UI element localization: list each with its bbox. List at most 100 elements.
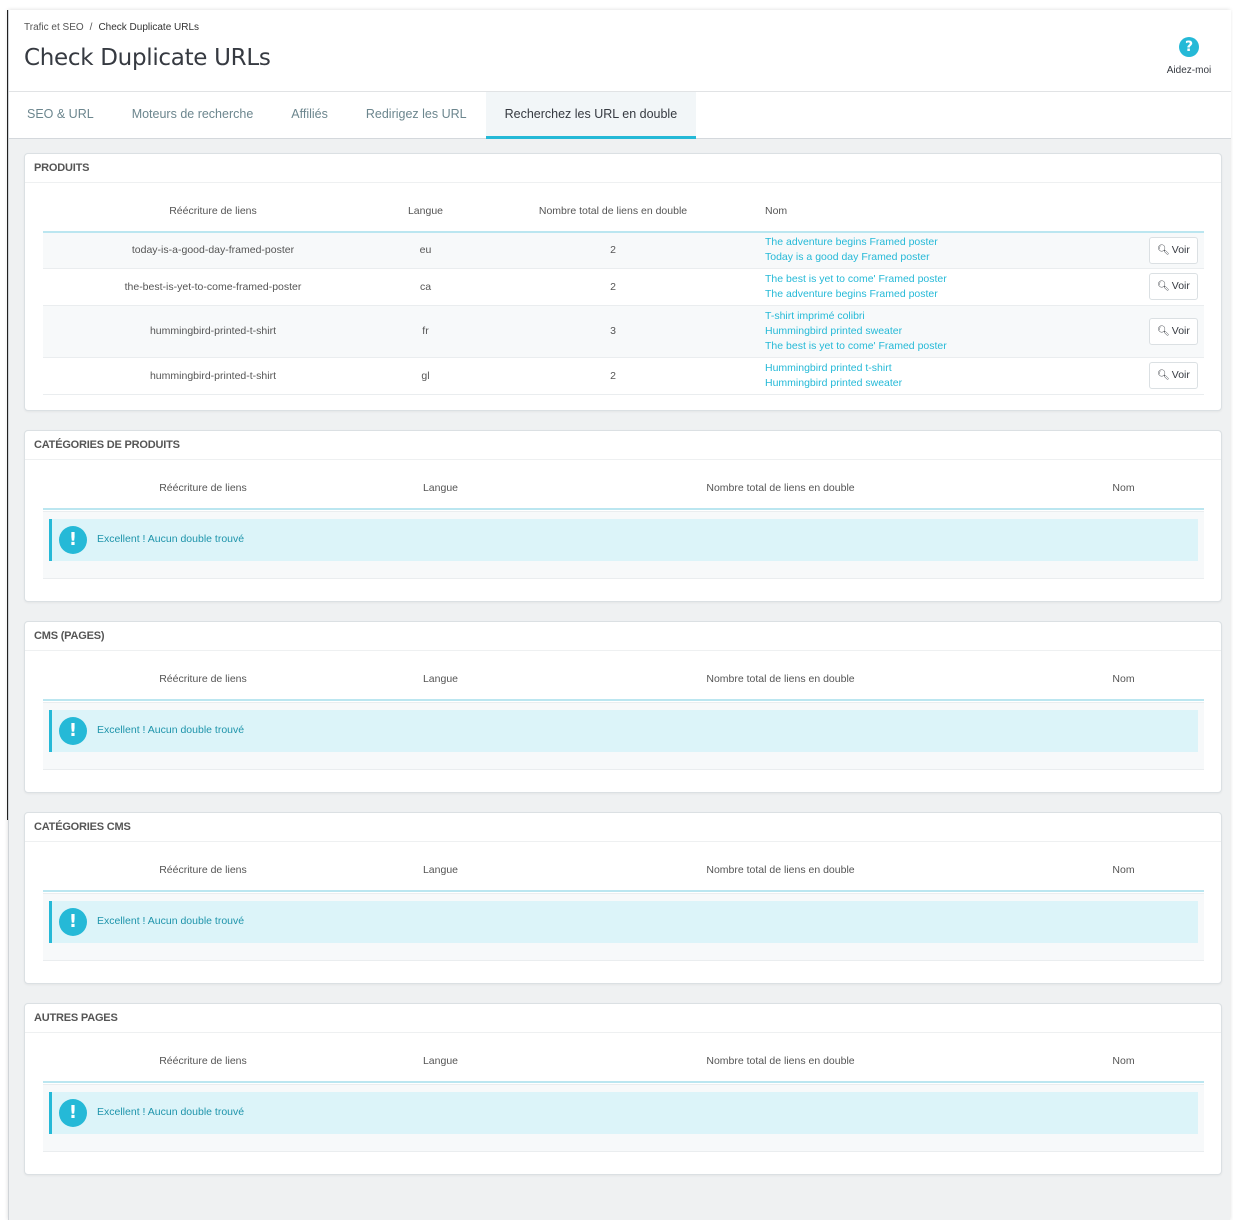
table-row: hummingbird-printed-t-shirt gl 2 Humming…	[43, 357, 1204, 395]
tab-seo-url[interactable]: SEO & URL	[9, 92, 113, 139]
col-header-lang: Langue	[363, 467, 518, 510]
view-button[interactable]: 🔍︎ Voir	[1149, 362, 1198, 389]
alert-message: Excellent ! Aucun double trouvé	[97, 533, 245, 545]
breadcrumb-parent[interactable]: Trafic et SEO	[24, 22, 84, 33]
cell-lang: ca	[383, 268, 468, 306]
cell-actions: 🔍︎ Voir	[1134, 305, 1204, 358]
col-header-name: Nom	[1043, 658, 1204, 701]
product-link[interactable]: The adventure begins Framed poster	[765, 287, 1134, 302]
page-header: Trafic et SEO / Check Duplicate URLs Check…	[9, 10, 1231, 91]
col-header-name: Nom	[758, 190, 1134, 233]
col-header-lang: Langue	[363, 658, 518, 701]
product-link[interactable]: Hummingbird printed sweater	[765, 324, 1134, 339]
view-button-label: Voir	[1171, 324, 1190, 337]
col-header-rewrite: Réécriture de liens	[43, 658, 363, 701]
alert-message: Excellent ! Aucun double trouvé	[97, 1106, 245, 1118]
col-header-total: Nombre total de liens en double	[518, 658, 1043, 701]
table-row: today-is-a-good-day-framed-poster eu 2 T…	[43, 232, 1204, 269]
exclamation-icon: !	[59, 1099, 87, 1127]
cell-actions: 🔍︎ Voir	[1134, 268, 1204, 306]
col-header-name: Nom	[1043, 849, 1204, 892]
cell-names: The best is yet to come' Framed poster T…	[758, 268, 1134, 306]
no-duplicates-alert: ! Excellent ! Aucun double trouvé	[49, 519, 1198, 561]
cell-total: 2	[468, 232, 758, 269]
col-header-rewrite: Réécriture de liens	[43, 1040, 363, 1083]
admin-frame: Trafic et SEO / Check Duplicate URLs Check…	[8, 10, 1231, 1220]
cell-names: Hummingbird printed t-shirt Hummingbird …	[758, 357, 1134, 395]
cell-rewrite: hummingbird-printed-t-shirt	[43, 305, 383, 358]
view-button[interactable]: 🔍︎ Voir	[1149, 236, 1198, 264]
panel-heading-products: PRODUITS	[25, 154, 1221, 183]
col-header-rewrite: Réécriture de liens	[43, 190, 383, 233]
cell-total: 2	[468, 357, 758, 395]
cell-actions: 🔍︎ Voir	[1134, 232, 1204, 269]
product-link[interactable]: T-shirt imprimé colibri	[765, 309, 1134, 324]
page-title: Check Duplicate URLs	[24, 45, 271, 71]
no-duplicates-alert: ! Excellent ! Aucun double trouvé	[49, 1092, 1198, 1134]
cell-total: 3	[468, 305, 758, 358]
col-header-name: Nom	[1043, 467, 1204, 510]
zoom-icon: 🔍︎	[1157, 281, 1170, 292]
col-header-rewrite: Réécriture de liens	[43, 849, 363, 892]
zoom-icon: 🔍︎	[1157, 325, 1170, 337]
breadcrumb-separator: /	[89, 22, 93, 33]
col-header-rewrite: Réécriture de liens	[43, 467, 363, 510]
col-header-total: Nombre total de liens en double	[518, 1040, 1043, 1083]
empty-table: Réécriture de liens Langue Nombre total …	[43, 1040, 1204, 1083]
products-table: Réécriture de liens Langue Nombre total …	[43, 190, 1204, 395]
panel-heading: CATÉGORIES CMS	[25, 813, 1221, 842]
table-row: hummingbird-printed-t-shirt fr 3 T-shirt…	[43, 305, 1204, 358]
question-circle-icon: ?	[1179, 37, 1199, 57]
exclamation-icon: !	[59, 717, 87, 745]
tab-redirects[interactable]: Redirigez les URL	[347, 92, 486, 139]
product-link[interactable]: Hummingbird printed sweater	[765, 376, 1134, 391]
panel-heading: AUTRES PAGES	[25, 1004, 1221, 1033]
product-link[interactable]: Today is a good day Framed poster	[765, 250, 1134, 265]
view-button-label: Voir	[1171, 369, 1190, 381]
product-categories-panel: CATÉGORIES DE PRODUITS Réécriture de lie…	[24, 430, 1222, 602]
exclamation-icon: !	[59, 526, 87, 554]
product-link[interactable]: Hummingbird printed t-shirt	[765, 361, 1134, 376]
tab-affiliates[interactable]: Affiliés	[272, 92, 347, 139]
view-button[interactable]: 🔍︎ Voir	[1149, 317, 1198, 345]
products-panel: PRODUITS Réécriture de liens Langue Nomb…	[24, 153, 1222, 411]
cms-pages-panel: CMS (PAGES) Réécriture de liens Langue N…	[24, 621, 1222, 793]
breadcrumb: Trafic et SEO / Check Duplicate URLs	[24, 22, 199, 33]
tab-bar: SEO & URL Moteurs de recherche Affiliés …	[9, 91, 1231, 139]
no-duplicates-alert: ! Excellent ! Aucun double trouvé	[49, 710, 1198, 752]
cell-rewrite: today-is-a-good-day-framed-poster	[43, 232, 383, 269]
cell-lang: eu	[383, 232, 468, 269]
tab-search-engines[interactable]: Moteurs de recherche	[113, 92, 273, 139]
col-header-actions	[1134, 190, 1204, 233]
tab-duplicate-urls[interactable]: Recherchez les URL en double	[485, 92, 697, 139]
cell-rewrite: hummingbird-printed-t-shirt	[43, 357, 383, 395]
cell-total: 2	[468, 268, 758, 306]
exclamation-icon: !	[59, 908, 87, 936]
product-link[interactable]: The best is yet to come' Framed poster	[765, 272, 1134, 287]
table-row: the-best-is-yet-to-come-framed-poster ca…	[43, 268, 1204, 306]
panel-heading: CMS (PAGES)	[25, 622, 1221, 651]
product-link[interactable]: The best is yet to come' Framed poster	[765, 339, 1134, 354]
view-button-label: Voir	[1171, 280, 1190, 292]
col-header-lang: Langue	[383, 190, 468, 233]
zoom-icon: 🔍︎	[1157, 244, 1170, 256]
breadcrumb-current: Check Duplicate URLs	[98, 22, 200, 33]
empty-table: Réécriture de liens Langue Nombre total …	[43, 467, 1204, 510]
empty-table: Réécriture de liens Langue Nombre total …	[43, 849, 1204, 892]
view-button[interactable]: 🔍︎ Voir	[1149, 273, 1198, 300]
product-link[interactable]: The adventure begins Framed poster	[765, 235, 1134, 250]
col-header-total: Nombre total de liens en double	[518, 849, 1043, 892]
cell-lang: fr	[383, 305, 468, 358]
other-pages-panel: AUTRES PAGES Réécriture de liens Langue …	[24, 1003, 1222, 1175]
col-header-lang: Langue	[363, 849, 518, 892]
help-label: Aidez-moi	[1166, 65, 1212, 76]
alert-message: Excellent ! Aucun double trouvé	[97, 915, 245, 927]
col-header-name: Nom	[1043, 1040, 1204, 1083]
cell-names: The adventure begins Framed poster Today…	[758, 232, 1134, 269]
cell-rewrite: the-best-is-yet-to-come-framed-poster	[43, 268, 383, 306]
help-button[interactable]: ? Aidez-moi	[1159, 37, 1219, 76]
cell-lang: gl	[383, 357, 468, 395]
col-header-lang: Langue	[363, 1040, 518, 1083]
cell-names: T-shirt imprimé colibri Hummingbird prin…	[758, 305, 1134, 358]
empty-table: Réécriture de liens Langue Nombre total …	[43, 658, 1204, 701]
